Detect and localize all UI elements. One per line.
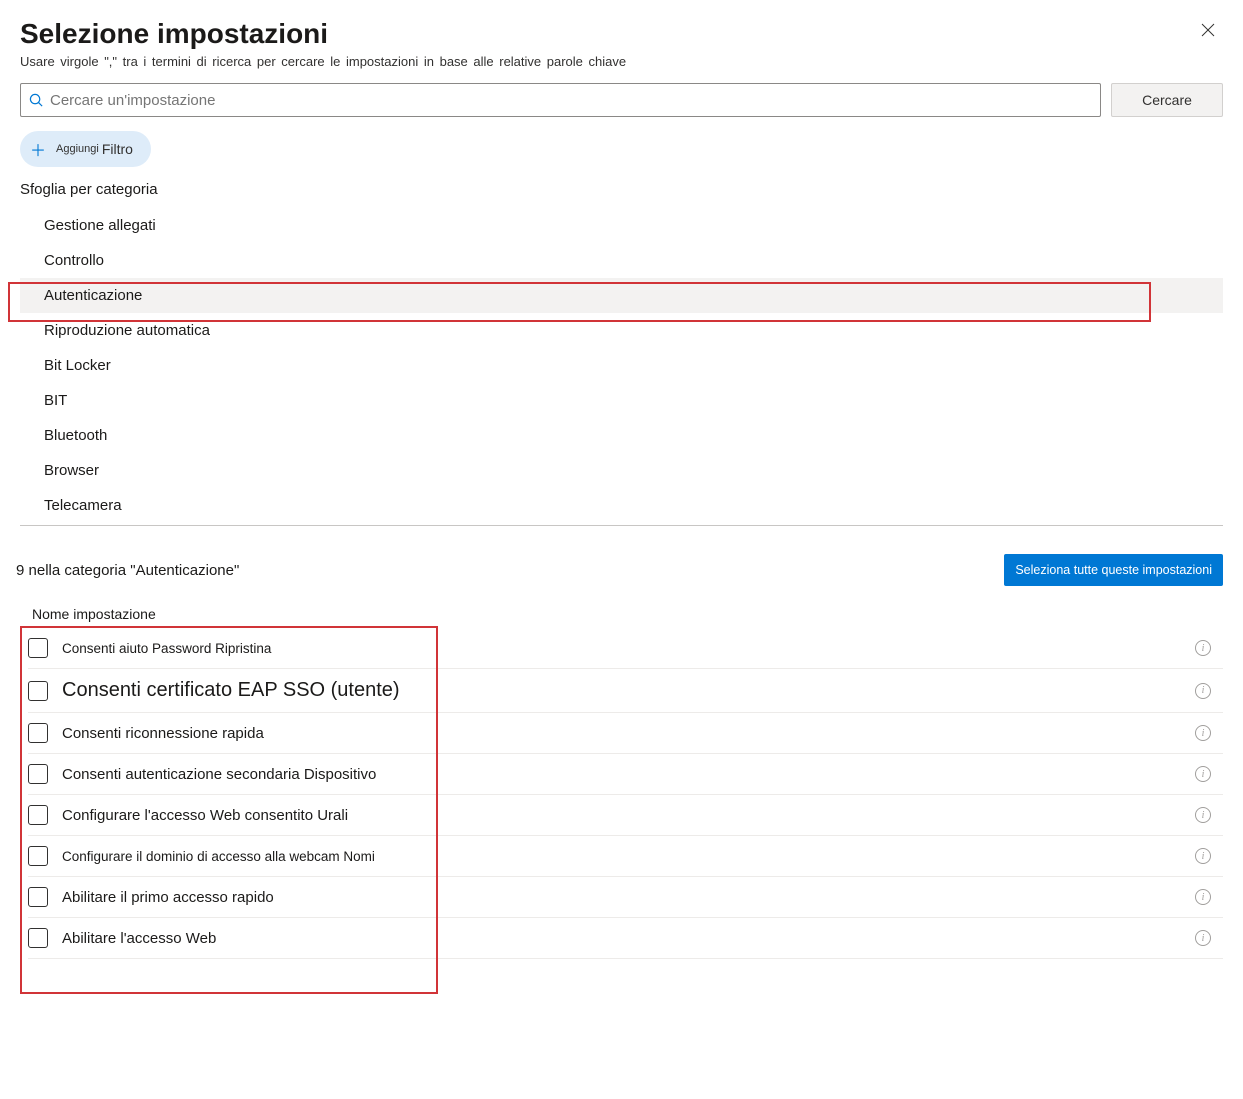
subtitle-text: Usare virgole "," tra i termini di ricer… — [20, 54, 1223, 69]
setting-row[interactable]: Consenti aiuto Password Ripristinai — [28, 628, 1223, 669]
setting-row[interactable]: Consenti certificato EAP SSO (utente)i — [28, 669, 1223, 713]
add-filter-button[interactable]: ＋ Aggiungi Filtro — [20, 131, 151, 167]
settings-list[interactable]: Consenti aiuto Password RipristinaiConse… — [28, 628, 1223, 1018]
category-item[interactable]: Gestione allegati — [20, 208, 1223, 243]
browse-label: Sfoglia per categoria — [20, 181, 1223, 198]
checkbox[interactable] — [28, 887, 48, 907]
info-icon[interactable]: i — [1195, 930, 1211, 946]
category-item[interactable]: BIT — [20, 383, 1223, 418]
search-box[interactable] — [20, 83, 1101, 117]
info-icon[interactable]: i — [1195, 807, 1211, 823]
setting-row[interactable]: Configurare il dominio di accesso alla w… — [28, 836, 1223, 877]
setting-label: Abilitare il primo accesso rapido — [62, 889, 1195, 906]
setting-row[interactable]: Consenti riconnessione rapidai — [28, 713, 1223, 754]
setting-row[interactable]: Consenti autenticazione secondaria Dispo… — [28, 754, 1223, 795]
category-item[interactable]: Telecamera — [20, 488, 1223, 523]
setting-label: Abilitare l'accesso Web — [62, 930, 1195, 947]
add-filter-prefix: Aggiungi — [56, 143, 99, 155]
plus-icon: ＋ — [30, 137, 46, 161]
info-icon[interactable]: i — [1195, 683, 1211, 699]
results-count: 9 nella categoria "Autenticazione" — [16, 562, 239, 579]
setting-row[interactable]: Configurare l'accesso Web consentito Ura… — [28, 795, 1223, 836]
setting-label: Consenti autenticazione secondaria Dispo… — [62, 766, 1195, 783]
checkbox[interactable] — [28, 805, 48, 825]
search-icon — [29, 93, 44, 108]
setting-label: Consenti aiuto Password Ripristina — [62, 641, 1195, 656]
setting-row[interactable]: Abilitare l'accesso Webi — [28, 918, 1223, 959]
checkbox[interactable] — [28, 723, 48, 743]
category-item[interactable]: Browser — [20, 453, 1223, 488]
checkbox[interactable] — [28, 638, 48, 658]
category-item[interactable]: Bit Locker — [20, 348, 1223, 383]
setting-label: Configurare l'accesso Web consentito Ura… — [62, 807, 1195, 824]
setting-label: Consenti riconnessione rapida — [62, 725, 1195, 742]
category-list[interactable]: Gestione allegatiControlloAutenticazione… — [20, 208, 1223, 525]
column-header-name: Nome impostazione — [32, 606, 1223, 622]
checkbox[interactable] — [28, 928, 48, 948]
checkbox[interactable] — [28, 846, 48, 866]
close-button[interactable] — [1193, 18, 1223, 44]
search-input[interactable] — [50, 92, 1092, 109]
info-icon[interactable]: i — [1195, 889, 1211, 905]
search-button[interactable]: Cercare — [1111, 83, 1223, 117]
category-item[interactable]: Controllo — [20, 243, 1223, 278]
setting-label: Configurare il dominio di accesso alla w… — [62, 849, 1195, 864]
add-filter-label: Filtro — [102, 141, 133, 157]
setting-label: Consenti certificato EAP SSO (utente) — [62, 679, 1195, 702]
select-all-button[interactable]: Seleziona tutte queste impostazioni — [1004, 554, 1223, 586]
category-panel: Gestione allegatiControlloAutenticazione… — [20, 208, 1223, 526]
category-item[interactable]: Autenticazione — [20, 278, 1223, 313]
checkbox[interactable] — [28, 764, 48, 784]
page-title: Selezione impostazioni — [20, 18, 328, 50]
checkbox[interactable] — [28, 681, 48, 701]
close-icon — [1201, 23, 1215, 37]
info-icon[interactable]: i — [1195, 640, 1211, 656]
category-item[interactable]: Bluetooth — [20, 418, 1223, 453]
category-item[interactable]: Riproduzione automatica — [20, 313, 1223, 348]
info-icon[interactable]: i — [1195, 766, 1211, 782]
setting-row[interactable]: Abilitare il primo accesso rapidoi — [28, 877, 1223, 918]
info-icon[interactable]: i — [1195, 725, 1211, 741]
info-icon[interactable]: i — [1195, 848, 1211, 864]
